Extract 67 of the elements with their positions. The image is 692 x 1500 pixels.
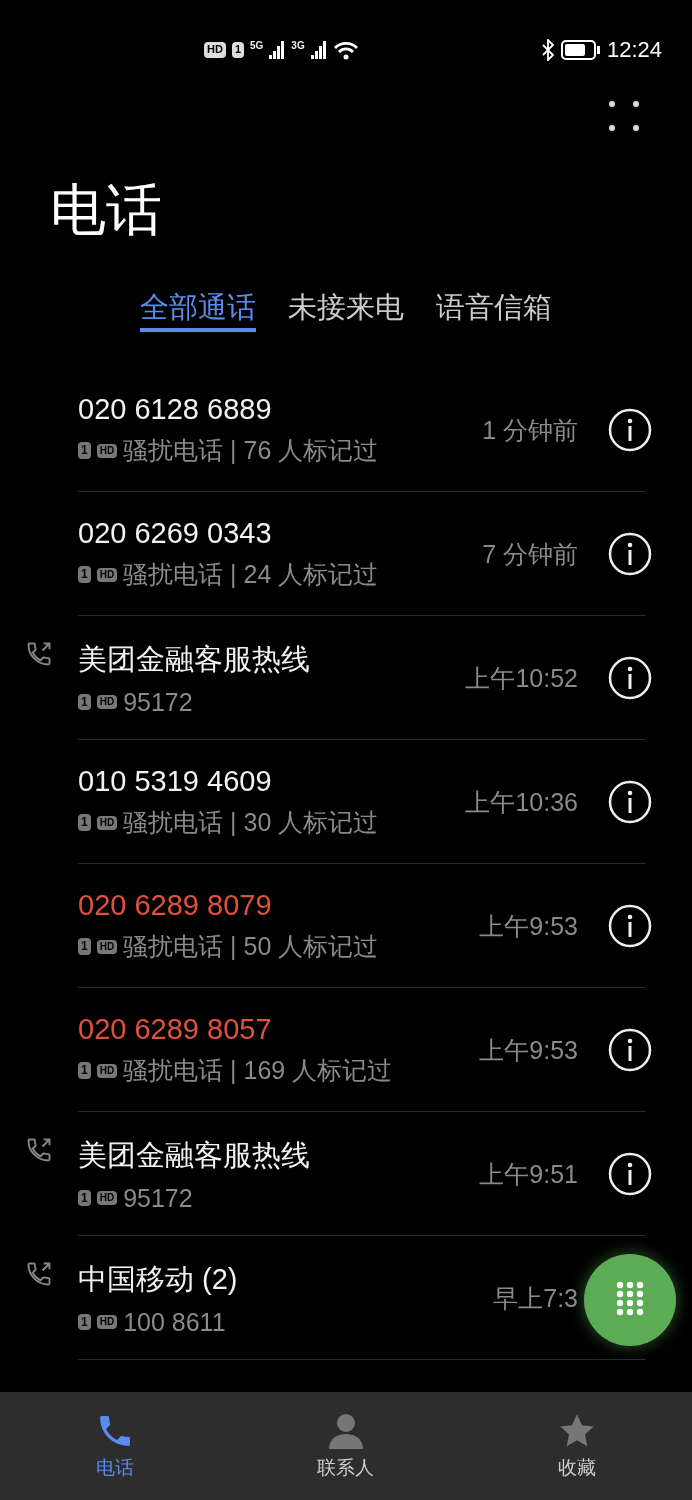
network-type: 5G — [250, 40, 264, 51]
call-time: 早上7:3 — [493, 1282, 578, 1314]
call-detail: 100 8611 — [123, 1307, 226, 1337]
network-type: 3G — [291, 40, 305, 51]
caller-name: 中国移动 (2) — [78, 1261, 239, 1297]
sim-indicator: 1 — [78, 938, 91, 955]
call-time: 上午9:53 — [479, 1034, 578, 1066]
sim-indicator: 1 — [78, 566, 91, 583]
info-icon[interactable] — [608, 1028, 652, 1072]
hd-voice-indicator: HD — [96, 1063, 118, 1078]
hd-voice-indicator: HD — [96, 567, 118, 582]
call-time: 上午9:51 — [479, 1158, 578, 1190]
wifi-icon — [332, 40, 359, 60]
call-time: 上午10:36 — [465, 786, 578, 818]
clock: 12:24 — [606, 37, 662, 63]
nav-tab[interactable]: 电话 — [0, 1392, 231, 1500]
info-icon[interactable] — [608, 656, 652, 700]
call-detail: 骚扰电话 | 76 人标记过 — [123, 435, 379, 466]
call-detail: 骚扰电话 | 30 人标记过 — [123, 807, 379, 838]
bluetooth-icon — [540, 39, 555, 61]
nav-tab[interactable]: 收藏 — [461, 1392, 692, 1500]
caller-name: 020 6269 0343 — [78, 517, 273, 550]
caller-name: 020 6289 8057 — [78, 1013, 273, 1046]
call-time: 上午9:53 — [479, 910, 578, 942]
caller-name: 020 6289 8079 — [78, 889, 273, 922]
sim-indicator: 1 — [78, 1313, 91, 1331]
tab[interactable]: 全部通话 — [140, 288, 256, 332]
call-detail: 骚扰电话 | 169 人标记过 — [123, 1055, 393, 1086]
call-detail: 95172 — [123, 687, 193, 717]
sim-indicator: 1 — [78, 693, 91, 711]
sim-indicator: 1 — [78, 1189, 91, 1207]
signal-icon — [310, 40, 327, 60]
call-detail: 骚扰电话 | 50 人标记过 — [123, 931, 379, 962]
hd-voice-indicator: HD — [96, 695, 118, 709]
sim-indicator: 1 — [78, 1062, 91, 1079]
hd-voice-indicator: HD — [96, 1191, 118, 1205]
page-title: 电话 — [50, 180, 163, 240]
hd-voice-indicator: HD — [96, 939, 118, 954]
info-icon[interactable] — [608, 1152, 652, 1196]
hd-voice-indicator: HD — [204, 42, 226, 58]
person-icon — [326, 1411, 366, 1451]
info-icon[interactable] — [608, 408, 652, 452]
call-detail: 95172 — [123, 1183, 193, 1213]
call-time: 7 分钟前 — [482, 538, 578, 570]
caller-name: 020 6128 6889 — [78, 393, 273, 426]
sim-indicator: 1 — [78, 814, 91, 831]
caller-name: 美团金融客服热线 — [78, 1137, 311, 1173]
caller-name: 美团金融客服热线 — [78, 641, 311, 677]
sim-indicator: 1 — [231, 42, 244, 58]
hd-voice-indicator: HD — [96, 815, 118, 830]
signal-icon — [269, 40, 286, 60]
call-time: 上午10:52 — [465, 662, 578, 694]
tab[interactable]: 未接来电 — [288, 288, 404, 332]
info-icon[interactable] — [608, 532, 652, 576]
info-icon[interactable] — [608, 780, 652, 824]
call-time: 1 分钟前 — [482, 414, 578, 446]
tab[interactable]: 语音信箱 — [436, 288, 552, 332]
dialpad-button[interactable] — [584, 1254, 676, 1346]
sim-indicator: 1 — [78, 442, 91, 459]
call-detail: 骚扰电话 | 24 人标记过 — [123, 559, 379, 590]
nav-tab[interactable]: 联系人 — [230, 1392, 462, 1500]
battery-icon — [560, 40, 601, 60]
hd-voice-indicator: HD — [96, 443, 118, 458]
info-icon[interactable] — [608, 904, 652, 948]
more-icon[interactable] — [608, 100, 640, 132]
hd-voice-indicator: HD — [96, 1315, 118, 1329]
caller-name: 010 5319 4609 — [78, 765, 273, 798]
